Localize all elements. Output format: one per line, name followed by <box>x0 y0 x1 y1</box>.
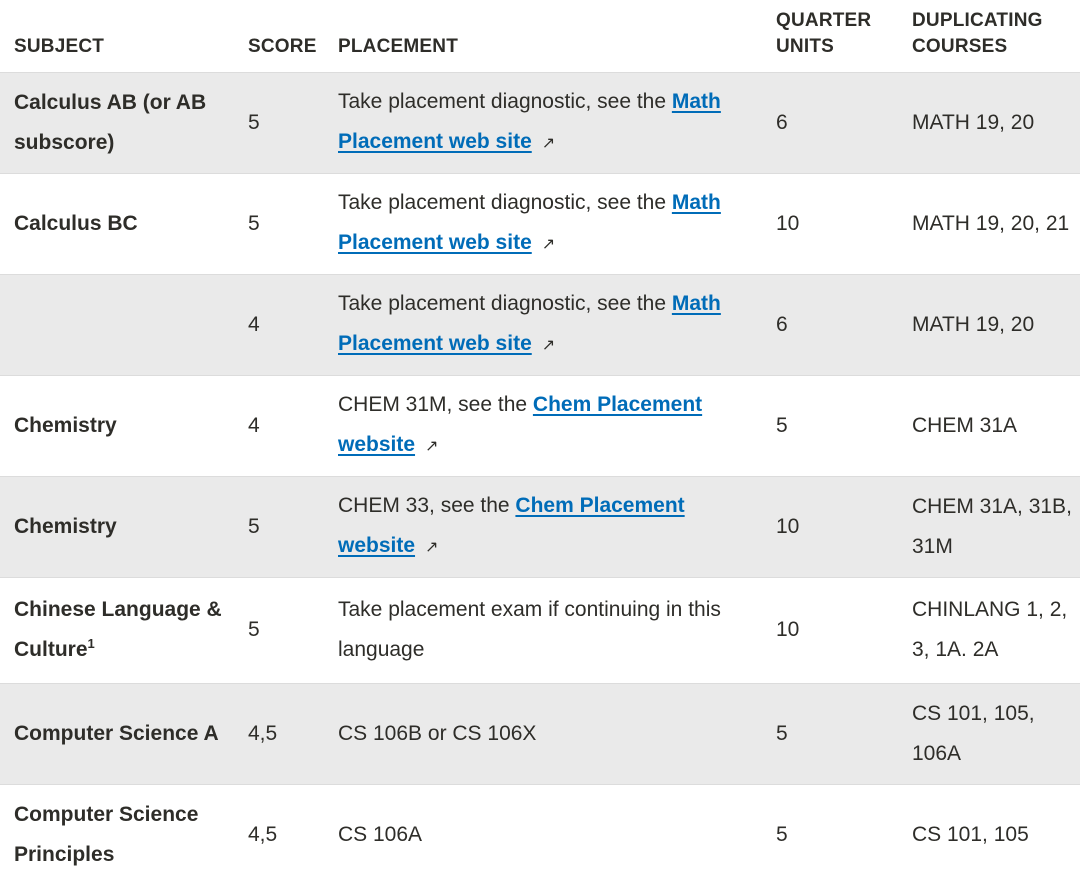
external-link-icon: ↗ <box>425 437 439 455</box>
cell-placement: Take placement diagnostic, see the Math … <box>324 72 762 173</box>
cell-score: 4,5 <box>248 721 278 745</box>
header-dup-line1: DUPLICATING <box>912 9 1043 31</box>
cell-units: 5 <box>776 413 788 437</box>
cell-score: 4 <box>248 312 260 336</box>
external-link-icon: ↗ <box>541 134 556 152</box>
cell-units: 6 <box>776 312 788 336</box>
cell-score: 5 <box>248 514 260 538</box>
header-duplicating-courses: DUPLICATING COURSES <box>898 0 1080 72</box>
cell-units: 10 <box>776 514 800 538</box>
cell-score: 5 <box>248 618 260 641</box>
cell-units: 6 <box>776 110 788 134</box>
cell-duplicating: CS 101, 105, 106A <box>912 701 1035 765</box>
cell-duplicating: MATH 19, 20 <box>912 312 1035 336</box>
cell-score: 4,5 <box>248 822 278 846</box>
table-row: Computer Science Principles 4,5 CS 106A … <box>0 784 1080 885</box>
cell-subject: Chemistry <box>14 413 117 437</box>
cell-duplicating: CHEM 31A <box>912 413 1018 437</box>
header-units-line2: UNITS <box>776 35 834 57</box>
cell-placement: Take placement exam if continuing in thi… <box>338 598 721 661</box>
cell-placement: Take placement diagnostic, see the Math … <box>324 274 762 375</box>
header-subject: SUBJECT <box>14 35 105 57</box>
cell-duplicating: MATH 19, 20, 21 <box>912 211 1070 235</box>
table-row: Chemistry 4 CHEM 31M, see the Chem Place… <box>0 375 1080 476</box>
cell-subject: Calculus BC <box>14 211 138 235</box>
cell-duplicating: CHINLANG 1, 2, 3, 1A. 2A <box>912 598 1068 661</box>
table-row: Chinese Language & Culture1 5 Take place… <box>0 577 1080 683</box>
table-row: Chemistry 5 CHEM 33, see the Chem Placem… <box>0 476 1080 577</box>
table-header: SUBJECT SCORE PLACEMENT QUARTER UNITS DUP… <box>0 0 1080 72</box>
cell-duplicating: CHEM 31A, 31B, 31M <box>912 494 1072 558</box>
cell-placement: CHEM 33, see the Chem Placement website ↗ <box>324 476 762 577</box>
external-link-icon: ↗ <box>541 336 556 354</box>
placement-text: Take placement diagnostic, see the <box>338 291 672 315</box>
cell-units: 10 <box>776 211 800 235</box>
subject-text: Chinese Language & Culture <box>14 598 222 661</box>
cell-subject: Chemistry <box>14 514 117 538</box>
cell-score: 5 <box>248 211 260 235</box>
header-score: SCORE <box>248 35 317 57</box>
table-row: Computer Science A 4,5 CS 106B or CS 106… <box>0 683 1080 784</box>
cell-units: 5 <box>776 721 788 745</box>
header-placement: PLACEMENT <box>338 35 459 57</box>
cell-placement: CHEM 31M, see the Chem Placement website… <box>324 375 762 476</box>
table-row: Calculus AB (or AB subscore) 5 Take plac… <box>0 72 1080 173</box>
table-row: Calculus BC 5 Take placement diagnostic,… <box>0 173 1080 274</box>
cell-subject <box>0 274 234 375</box>
cell-subject: Chinese Language & Culture1 <box>0 577 234 683</box>
cell-units: 5 <box>776 822 788 846</box>
ap-credit-table: SUBJECT SCORE PLACEMENT QUARTER UNITS DUP… <box>0 0 1080 885</box>
cell-subject: Calculus AB (or AB subscore) <box>14 90 207 154</box>
table-row: 4 Take placement diagnostic, see the Mat… <box>0 274 1080 375</box>
cell-duplicating: MATH 19, 20 <box>912 110 1035 134</box>
cell-placement: CS 106A <box>338 822 423 846</box>
external-link-icon: ↗ <box>425 538 439 556</box>
header-row: SUBJECT SCORE PLACEMENT QUARTER UNITS DUP… <box>0 0 1080 72</box>
cell-subject: Computer Science Principles <box>14 802 199 866</box>
header-dup-line2: COURSES <box>912 35 1008 57</box>
cell-subject: Computer Science A <box>14 721 219 745</box>
cell-score: 5 <box>248 110 260 134</box>
placement-text: CHEM 33, see the <box>338 493 516 517</box>
cell-duplicating: CS 101, 105 <box>912 822 1029 846</box>
footnote-marker: 1 <box>87 636 95 651</box>
cell-placement: CS 106B or CS 106X <box>338 721 537 745</box>
header-units-line1: QUARTER <box>776 9 872 31</box>
header-quarter-units: QUARTER UNITS <box>762 0 898 72</box>
external-link-icon: ↗ <box>541 235 556 253</box>
cell-score: 4 <box>248 413 260 437</box>
cell-units: 10 <box>776 618 800 641</box>
placement-text: Take placement diagnostic, see the <box>338 89 672 113</box>
cell-placement: Take placement diagnostic, see the Math … <box>324 173 762 274</box>
placement-text: CHEM 31M, see the <box>338 392 533 416</box>
placement-text: Take placement diagnostic, see the <box>338 190 672 214</box>
